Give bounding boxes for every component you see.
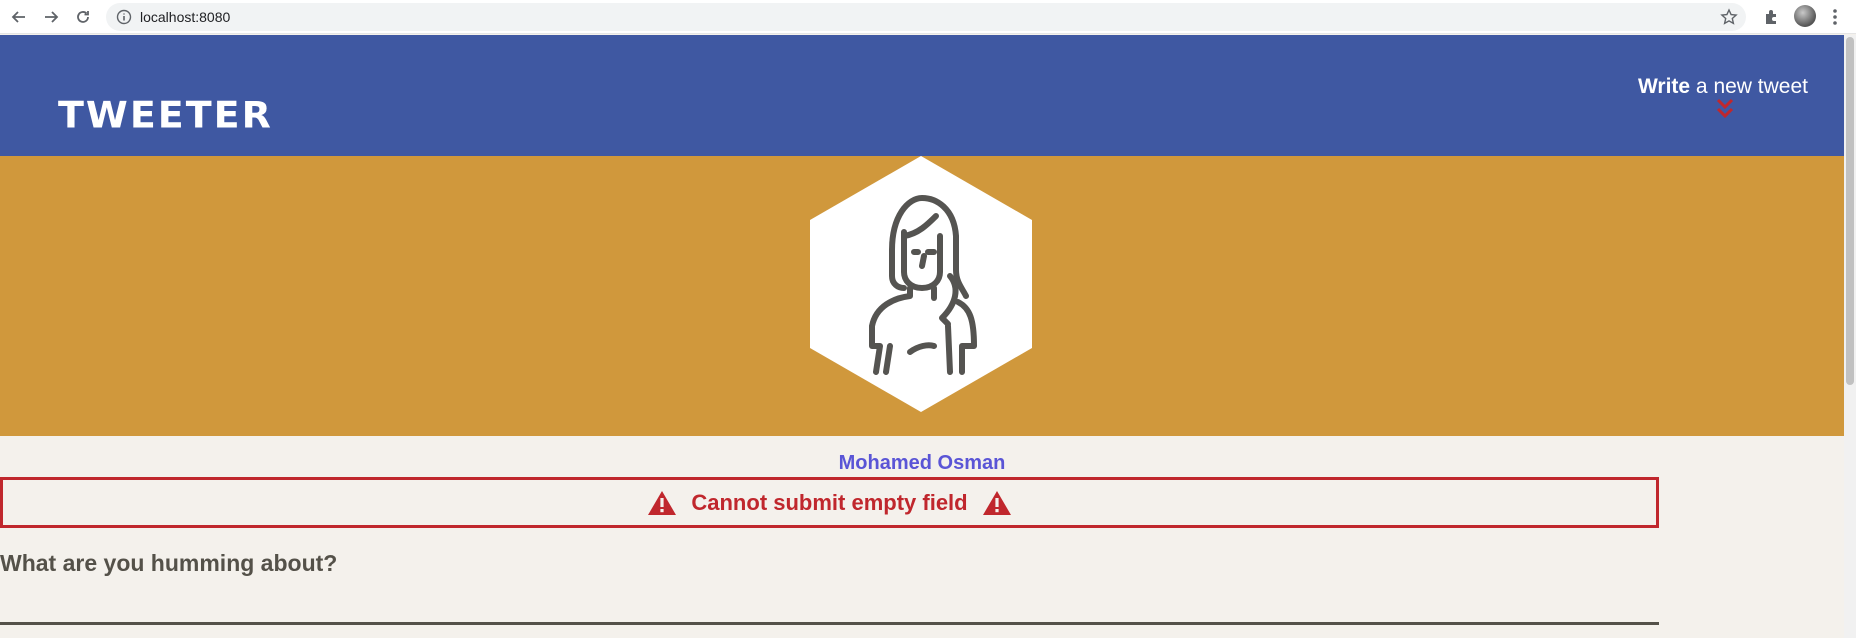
bookmark-star-icon[interactable] xyxy=(1720,8,1738,26)
page-scrollbar[interactable] xyxy=(1844,35,1856,638)
tweet-prompt-label: What are you humming about? xyxy=(0,550,338,576)
url-text: localhost:8080 xyxy=(140,9,231,25)
error-message: Cannot submit empty field xyxy=(691,489,968,515)
tweet-textarea[interactable] xyxy=(0,622,1659,625)
info-icon[interactable] xyxy=(116,9,132,25)
double-chevron-down-icon[interactable] xyxy=(1714,98,1736,122)
reload-button[interactable] xyxy=(70,4,96,30)
back-button[interactable] xyxy=(6,4,32,30)
arrow-right-icon xyxy=(45,11,59,23)
browser-toolbar: localhost:8080 xyxy=(0,0,1856,34)
site-logo[interactable]: TWEETER xyxy=(58,94,273,136)
warning-triangle-icon xyxy=(648,490,677,515)
error-alert: Cannot submit empty field xyxy=(0,477,1659,528)
warning-triangle-icon xyxy=(982,490,1011,515)
compose-label-light: a new tweet xyxy=(1690,75,1808,98)
profile-avatar[interactable] xyxy=(1794,5,1816,27)
extensions-puzzle-icon[interactable] xyxy=(1762,7,1782,27)
write-new-tweet-link[interactable]: Write a new tweet xyxy=(1638,75,1808,99)
arrow-left-icon xyxy=(11,11,25,23)
reload-icon xyxy=(77,11,89,23)
site-header: TWEETER Write a new tweet xyxy=(0,35,1844,156)
scrollbar-thumb[interactable] xyxy=(1846,37,1854,385)
profile-avatar-hexagon xyxy=(810,156,1032,412)
address-bar[interactable]: localhost:8080 xyxy=(106,3,1746,31)
forward-button[interactable] xyxy=(38,4,64,30)
kebab-menu-icon[interactable] xyxy=(1832,7,1838,27)
compose-label-strong: Write xyxy=(1637,75,1691,98)
profile-name: Mohamed Osman xyxy=(838,452,1006,474)
